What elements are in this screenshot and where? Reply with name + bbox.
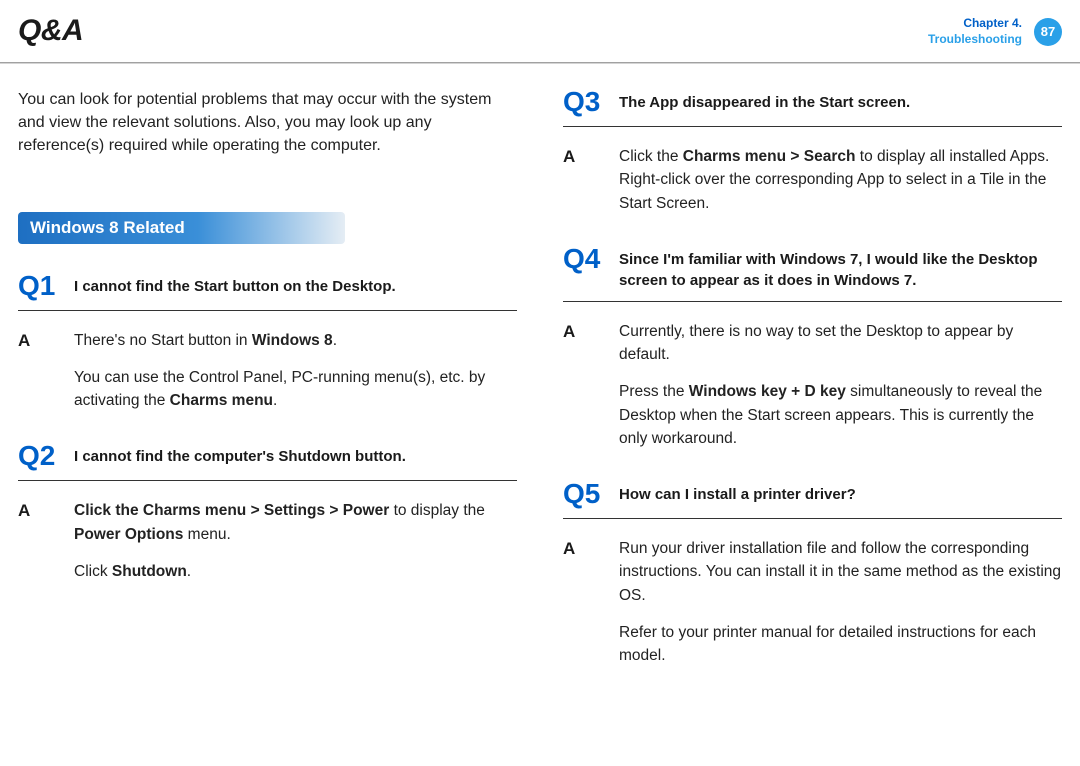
content-columns: You can look for potential problems that…	[0, 64, 1080, 697]
answer-label: A	[563, 320, 605, 345]
page-header: Q&A Chapter 4. Troubleshooting 87	[0, 0, 1080, 62]
answer-row: A Run your driver installation file and …	[563, 537, 1062, 667]
answer-fragment: Click	[74, 563, 112, 580]
answer-paragraph: Refer to your printer manual for detaile…	[619, 621, 1062, 668]
question-text: How can I install a printer driver?	[619, 480, 856, 505]
question-row: Q2 I cannot find the computer's Shutdown…	[18, 442, 517, 481]
answer-row: A Click the Charms menu > Search to disp…	[563, 145, 1062, 215]
breadcrumb: Chapter 4. Troubleshooting	[928, 16, 1022, 47]
header-meta: Chapter 4. Troubleshooting 87	[928, 16, 1062, 47]
right-column: Q3 The App disappeared in the Start scre…	[563, 88, 1062, 697]
answer-label: A	[18, 329, 60, 354]
answer-paragraph: Currently, there is no way to set the De…	[619, 320, 1062, 367]
answer-fragment: Click the	[619, 148, 683, 165]
question-text: The App disappeared in the Start screen.	[619, 88, 910, 113]
answer-bold: Click the Charms menu > Settings > Power	[74, 502, 389, 519]
answer-bold: Windows key + D key	[689, 383, 846, 400]
question-row: Q4 Since I'm familiar with Windows 7, I …	[563, 245, 1062, 302]
question-row: Q3 The App disappeared in the Start scre…	[563, 88, 1062, 127]
section-label-container: Windows 8 Related	[18, 212, 517, 244]
answer-label: A	[563, 145, 605, 170]
question-row: Q5 How can I install a printer driver?	[563, 480, 1062, 519]
answer-bold: Shutdown	[112, 563, 187, 580]
intro-paragraph: You can look for potential problems that…	[18, 88, 517, 158]
answer-fragment: menu.	[183, 526, 230, 543]
answer-paragraph: Run your driver installation file and fo…	[619, 537, 1062, 607]
answer-text: Click the Charms menu > Search to displa…	[619, 145, 1062, 215]
answer-fragment: You can use the Control Panel, PC-runnin…	[74, 369, 485, 409]
answer-text: Run your driver installation file and fo…	[619, 537, 1062, 667]
answer-bold: Power Options	[74, 526, 183, 543]
qa-block-q3: Q3 The App disappeared in the Start scre…	[563, 88, 1062, 215]
question-number: Q4	[563, 245, 605, 273]
qa-block-q1: Q1 I cannot find the Start button on the…	[18, 272, 517, 413]
left-column: You can look for potential problems that…	[18, 88, 517, 697]
answer-label: A	[563, 537, 605, 562]
question-number: Q1	[18, 272, 60, 300]
question-text: Since I'm familiar with Windows 7, I wou…	[619, 245, 1062, 291]
answer-row: A Currently, there is no way to set the …	[563, 320, 1062, 450]
page-title: Q&A	[18, 14, 83, 48]
answer-fragment: Press the	[619, 383, 689, 400]
question-text: I cannot find the computer's Shutdown bu…	[74, 442, 406, 467]
question-number: Q2	[18, 442, 60, 470]
page-number-badge: 87	[1034, 18, 1062, 46]
answer-text: Click the Charms menu > Settings > Power…	[74, 499, 517, 583]
answer-fragment: .	[273, 392, 277, 409]
question-number: Q5	[563, 480, 605, 508]
question-number: Q3	[563, 88, 605, 116]
section-label: Windows 8 Related	[18, 212, 345, 244]
qa-block-q2: Q2 I cannot find the computer's Shutdown…	[18, 442, 517, 583]
answer-row: A There's no Start button in Windows 8. …	[18, 329, 517, 413]
answer-bold: Charms menu > Search	[683, 148, 856, 165]
answer-label: A	[18, 499, 60, 524]
question-row: Q1 I cannot find the Start button on the…	[18, 272, 517, 311]
answer-row: A Click the Charms menu > Settings > Pow…	[18, 499, 517, 583]
breadcrumb-section: Troubleshooting	[928, 32, 1022, 48]
breadcrumb-chapter: Chapter 4.	[928, 16, 1022, 32]
qa-block-q5: Q5 How can I install a printer driver? A…	[563, 480, 1062, 667]
answer-fragment: .	[187, 563, 191, 580]
answer-bold: Charms menu	[170, 392, 273, 409]
answer-text: Currently, there is no way to set the De…	[619, 320, 1062, 450]
answer-fragment: to display the	[389, 502, 485, 519]
answer-bold: Windows 8	[252, 332, 333, 349]
qa-block-q4: Q4 Since I'm familiar with Windows 7, I …	[563, 245, 1062, 450]
answer-fragment: There's no Start button in	[74, 332, 252, 349]
answer-text: There's no Start button in Windows 8. Yo…	[74, 329, 517, 413]
question-text: I cannot find the Start button on the De…	[74, 272, 396, 297]
answer-fragment: .	[333, 332, 337, 349]
